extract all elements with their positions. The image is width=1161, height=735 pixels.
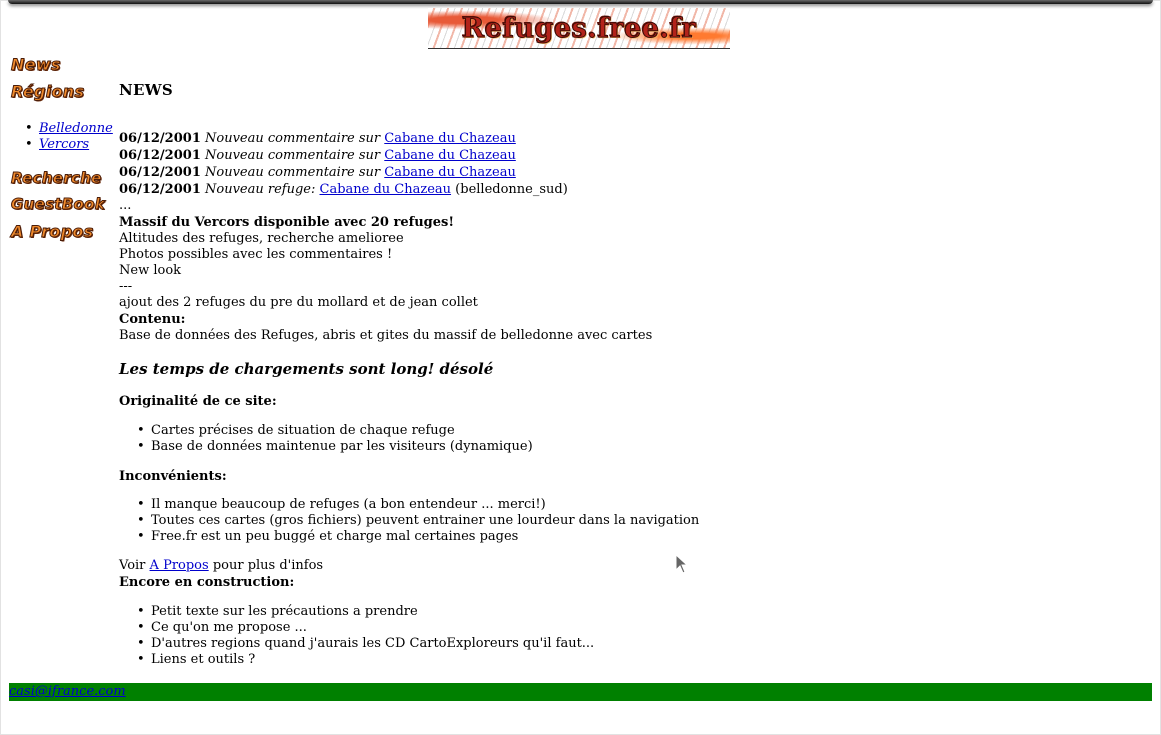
list-item: Belledonne [25,121,113,137]
list-item: Liens et outils ? [137,652,594,668]
news-text: Nouveau commentaire sur [205,131,381,146]
update-line: Photos possibles avec les commentaires ! [119,247,393,262]
vercors-announcement: Massif du Vercors disponible avec 20 ref… [119,215,455,230]
regions-list: Belledonne Vercors [25,121,113,153]
news-link[interactable]: Cabane du Chazeau [320,182,452,197]
update-line: Altitudes des refuges, recherche amelior… [119,231,404,246]
list-item: Toutes ces cartes (gros fichiers) peuven… [137,513,699,529]
nav-guestbook-image[interactable]: GuestBook [11,195,106,214]
news-link[interactable]: Cabane du Chazeau [384,165,516,180]
news-text: Nouveau refuge: [205,182,316,197]
news-ellipsis: ... [119,198,132,213]
originalite-label: Originalité de ce site: [119,394,277,409]
update-line: New look [119,263,182,278]
news-item: 06/12/2001 Nouveau commentaire sur Caban… [119,148,516,163]
voir-line: Voir A Propos pour plus d'infos [119,558,323,573]
loading-note: Les temps de chargements sont long! déso… [119,360,494,378]
news-text: Nouveau commentaire sur [205,165,381,180]
news-date: 06/12/2001 [119,131,201,146]
originalite-list: Cartes précises de situation de chaque r… [137,423,533,455]
list-item: Base de données maintenue par les visite… [137,439,533,455]
construction-list: Petit texte sur les précautions a prendr… [137,604,594,668]
inconvenients-label: Inconvénients: [119,469,227,484]
news-text: Nouveau commentaire sur [205,148,381,163]
page-title: NEWS [119,81,174,99]
news-date: 06/12/2001 [119,182,201,197]
news-link[interactable]: Cabane du Chazeau [384,148,516,163]
list-item: Ce qu'on me propose ... [137,620,594,636]
nav-news-image[interactable]: News [11,55,61,75]
update-line: ajout des 2 refuges du pre du mollard et… [119,295,478,310]
nav-regions-image[interactable]: Régions [10,82,84,102]
site-logo: Refuges.free.fr [428,8,730,49]
update-line: --- [119,279,133,294]
contenu-text: Base de données des Refuges, abris et gi… [119,328,653,343]
voir-suffix: pour plus d'infos [212,558,324,573]
list-item: Vercors [25,137,113,153]
nav-recherche-image[interactable]: Recherche [11,169,102,188]
news-date: 06/12/2001 [119,148,201,163]
news-suffix: (belledonne_sud) [455,182,568,197]
nav-apropos-image[interactable]: A Propos [10,222,93,242]
footer-bar: casi@ifrance.com [9,683,1152,701]
list-item: D'autres regions quand j'aurais les CD C… [137,636,594,652]
list-item: Petit texte sur les précautions a prendr… [137,604,594,620]
construction-label: Encore en construction: [119,575,295,590]
apropos-link[interactable]: A Propos [150,558,209,573]
region-link-belledonne[interactable]: Belledonne [39,121,113,136]
list-item: Free.fr est un peu buggé et charge mal c… [137,529,699,545]
list-item: Il manque beaucoup de refuges (a bon ent… [137,497,699,513]
inconvenients-list: Il manque beaucoup de refuges (a bon ent… [137,497,699,545]
contact-email-link[interactable]: casi@ifrance.com [9,684,126,699]
voir-prefix: Voir [119,558,146,573]
news-item: 06/12/2001 Nouveau commentaire sur Caban… [119,165,516,180]
news-date: 06/12/2001 [119,165,201,180]
news-item: 06/12/2001 Nouveau commentaire sur Caban… [119,131,516,146]
news-item: 06/12/2001 Nouveau refuge: Cabane du Cha… [119,182,568,197]
top-bar [8,0,1153,4]
news-link[interactable]: Cabane du Chazeau [384,131,516,146]
contenu-label: Contenu: [119,312,186,327]
region-link-vercors[interactable]: Vercors [39,137,89,152]
list-item: Cartes précises de situation de chaque r… [137,423,533,439]
